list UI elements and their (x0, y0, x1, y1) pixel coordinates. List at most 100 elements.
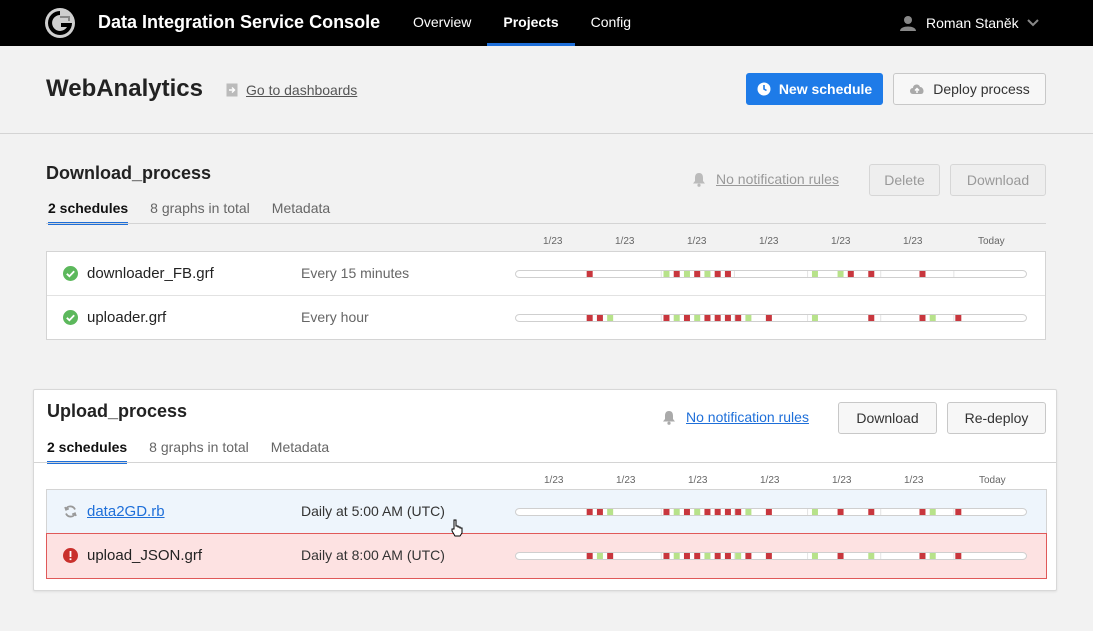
nav-config[interactable]: Config (575, 0, 647, 46)
run-ok-marker (694, 509, 701, 515)
run-ok-marker (683, 271, 690, 277)
run-ok-marker (868, 553, 875, 559)
notification-rules-link[interactable]: No notification rules (716, 171, 839, 187)
timeline-date-label: 1/23 (759, 236, 779, 247)
schedules-table: downloader_FB.grf Every 15 minutes uploa… (46, 251, 1046, 340)
run-failed-marker (683, 509, 690, 515)
refresh-running-icon (64, 505, 77, 518)
run-ok-marker (596, 553, 603, 559)
go-to-dashboards[interactable]: Go to dashboards (226, 82, 357, 98)
run-history-timeline (515, 508, 1027, 516)
run-failed-marker (704, 315, 711, 321)
run-failed-marker (586, 509, 593, 515)
download-button[interactable]: Download (838, 402, 937, 434)
run-ok-marker (837, 271, 844, 277)
run-failed-marker (919, 271, 926, 277)
run-ok-marker (745, 315, 752, 321)
notification-rules[interactable]: No notification rules (692, 171, 839, 187)
tab-metadata[interactable]: Metadata (272, 200, 330, 225)
tab-schedules[interactable]: 2 schedules (48, 200, 129, 225)
process-name: Upload_process (47, 401, 188, 421)
g-logo-icon[interactable] (44, 7, 76, 39)
download-button[interactable]: Download (950, 164, 1046, 196)
run-history-timeline (515, 552, 1027, 560)
schedule-frequency: Every 15 minutes (301, 265, 410, 281)
run-failed-marker (837, 509, 844, 515)
run-failed-marker (714, 315, 721, 321)
run-failed-marker (673, 271, 680, 277)
run-failed-marker (683, 553, 690, 559)
notification-rules-link[interactable]: No notification rules (686, 409, 809, 425)
nav-projects[interactable]: Projects (487, 0, 575, 46)
run-ok-marker (673, 553, 680, 559)
project-header: WebAnalytics Go to dashboards New schedu… (0, 46, 1093, 134)
timeline-date-label: 1/23 (760, 475, 780, 486)
run-failed-marker (919, 509, 926, 515)
bell-icon (663, 410, 675, 425)
run-failed-marker (586, 553, 593, 559)
hand-cursor-icon (451, 519, 463, 537)
run-ok-marker (704, 553, 711, 559)
error-exclamation-icon (63, 548, 78, 563)
tab-graphs[interactable]: 8 graphs in total (149, 439, 249, 464)
delete-button[interactable]: Delete (869, 164, 940, 196)
schedule-row[interactable]: downloader_FB.grf Every 15 minutes (47, 252, 1045, 296)
run-failed-marker (663, 315, 670, 321)
schedule-row[interactable]: data2GD.rb Daily at 5:00 AM (UTC) (47, 490, 1046, 534)
process-tabs: 2 schedules 8 graphs in total Metadata (48, 200, 352, 225)
run-failed-marker (735, 315, 742, 321)
schedule-row[interactable]: upload_JSON.grf Daily at 8:00 AM (UTC) (46, 533, 1047, 579)
timeline-dates: 1/23 1/23 1/23 1/23 1/23 1/23 Today (0, 236, 1093, 248)
run-ok-marker (811, 271, 818, 277)
timeline-date-label: 1/23 (615, 236, 635, 247)
cloud-upload-icon (910, 84, 924, 94)
run-ok-marker (607, 315, 614, 321)
graph-file-link[interactable]: data2GD.rb (87, 503, 165, 520)
notification-rules[interactable]: No notification rules (662, 409, 809, 425)
project-title: WebAnalytics (46, 75, 203, 102)
timeline-date-label: 1/23 (687, 236, 707, 247)
run-failed-marker (724, 271, 731, 277)
user-icon (900, 16, 916, 31)
run-ok-marker (811, 509, 818, 515)
timeline-date-label: Today (979, 475, 1006, 486)
run-failed-marker (694, 271, 701, 277)
run-ok-marker (704, 271, 711, 277)
run-failed-marker (694, 553, 701, 559)
run-history-timeline (515, 314, 1027, 322)
new-schedule-button[interactable]: New schedule (746, 73, 883, 105)
run-failed-marker (765, 509, 772, 515)
app-title: Data Integration Service Console (98, 12, 381, 32)
go-to-dashboards-link[interactable]: Go to dashboards (246, 82, 357, 98)
top-navigation-bar: Data Integration Service Console Overvie… (0, 0, 1093, 46)
run-ok-marker (607, 509, 614, 515)
run-failed-marker (837, 553, 844, 559)
tab-graphs[interactable]: 8 graphs in total (150, 200, 250, 225)
deploy-process-button[interactable]: Deploy process (893, 73, 1046, 105)
run-ok-marker (929, 553, 936, 559)
redeploy-button[interactable]: Re-deploy (947, 402, 1046, 434)
run-ok-marker (745, 509, 752, 515)
schedule-row[interactable]: uploader.grf Every hour (47, 296, 1045, 340)
tab-metadata[interactable]: Metadata (271, 439, 329, 464)
dashboard-link-icon (226, 83, 238, 97)
timeline-date-label: 1/23 (544, 475, 564, 486)
schedule-frequency: Daily at 8:00 AM (UTC) (301, 547, 445, 563)
nav-overview[interactable]: Overview (397, 0, 487, 46)
run-failed-marker (919, 315, 926, 321)
tab-schedules[interactable]: 2 schedules (47, 439, 128, 464)
deploy-process-label: Deploy process (933, 81, 1030, 97)
run-history-timeline (515, 270, 1027, 278)
user-name: Roman Staněk (926, 15, 1019, 31)
run-failed-marker (714, 509, 721, 515)
divider (46, 223, 1046, 224)
user-menu[interactable]: Roman Staněk (900, 0, 1039, 46)
run-failed-marker (683, 315, 690, 321)
graph-file-name: downloader_FB.grf (87, 265, 214, 282)
run-ok-marker (929, 315, 936, 321)
run-ok-marker (735, 553, 742, 559)
run-ok-marker (663, 271, 670, 277)
run-failed-marker (663, 553, 670, 559)
run-failed-marker (765, 553, 772, 559)
run-failed-marker (663, 509, 670, 515)
